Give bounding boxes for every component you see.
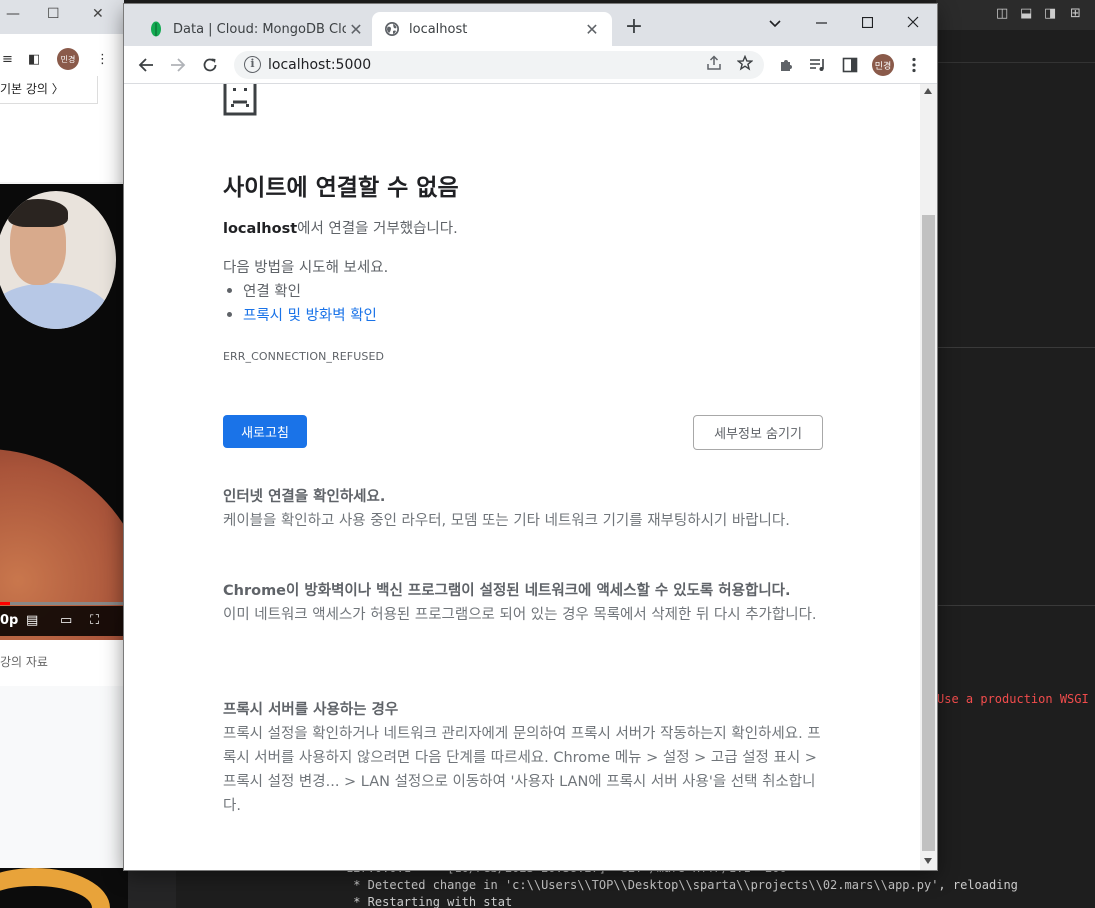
tab-search-chevron-icon[interactable] — [752, 10, 798, 38]
suggestion-check-connection: 연결 확인 — [227, 280, 377, 304]
background-titlebar: — ☐ ✕ — [0, 0, 124, 34]
miniplayer-icon[interactable]: ▭ — [60, 613, 72, 628]
vertical-scrollbar[interactable] — [920, 84, 937, 870]
error-host: localhost — [223, 221, 298, 237]
restore-icon[interactable]: — — [6, 6, 20, 22]
editor-gutter — [128, 868, 176, 908]
quality-label[interactable]: 0p — [0, 613, 18, 628]
editor-divider — [936, 347, 1095, 348]
suggestions-label: 다음 방법을 시도해 보세요. — [223, 260, 389, 276]
lecture-link[interactable]: 기본 강의 〉 — [0, 76, 98, 104]
share-icon[interactable] — [706, 55, 722, 75]
fullscreen-icon[interactable]: ⛶ — [90, 613, 99, 628]
scrollbar-thumb[interactable] — [922, 215, 935, 851]
customize-layout-icon[interactable]: ⊞ — [1070, 6, 1081, 21]
page-viewport: 사이트에 연결할 수 없음 localhost에서 연결을 거부했습니다. 다음… — [124, 84, 937, 870]
tab-localhost[interactable]: localhost ✕ — [372, 12, 612, 46]
tab-close-icon[interactable]: ✕ — [346, 20, 366, 39]
help-section-internet: 인터넷 연결을 확인하세요. 케이블을 확인하고 사용 중인 라우터, 모뎀 또… — [223, 485, 823, 533]
error-code: ERR_CONNECTION_REFUSED — [223, 350, 385, 363]
reload-page-button[interactable]: 새로고침 — [223, 415, 307, 448]
tab-strip: Data | Cloud: MongoDB Cloud ✕ localhost … — [124, 4, 937, 46]
scroll-down-arrow-icon[interactable] — [924, 858, 932, 864]
toggle-panel-icon[interactable]: ⬓ — [1020, 6, 1032, 21]
help-body: 이미 네트워크 액세스가 허용된 프로그램으로 되어 있는 경우 목록에서 삭제… — [223, 607, 817, 623]
sidepanel-icon[interactable]: ◧ — [28, 52, 40, 67]
help-heading: 프록시 서버를 사용하는 경우 — [223, 702, 399, 718]
background-toolbar: ≡ ◧ 민경 ⋮ — [0, 34, 124, 76]
profile-avatar[interactable]: 민경 — [57, 48, 79, 70]
editor-divider — [936, 62, 1095, 63]
error-title: 사이트에 연결할 수 없음 — [223, 175, 459, 201]
profile-avatar[interactable]: 민경 — [872, 54, 894, 76]
tab-close-icon[interactable]: ✕ — [582, 20, 602, 39]
playlist-icon[interactable]: ≡ — [2, 52, 13, 67]
extensions-puzzle-icon[interactable] — [772, 51, 800, 79]
terminal-line: * Restarting with stat — [346, 895, 513, 908]
webcam-bubble — [0, 191, 116, 329]
tab-title: Data | Cloud: MongoDB Cloud — [173, 21, 346, 37]
section-caption: 강의 자료 — [0, 655, 48, 669]
suggestion-check-proxy-link[interactable]: 프록시 및 방화벽 확인 — [227, 304, 377, 328]
toggle-sidebar-icon[interactable]: ◫ — [996, 6, 1008, 21]
new-tab-button[interactable]: + — [622, 16, 646, 40]
subtitles-icon[interactable]: ▤ — [26, 613, 38, 628]
help-body: 프록시 설정을 확인하거나 네트워크 관리자에게 문의하여 프록시 서버가 작동… — [223, 726, 821, 814]
back-button[interactable] — [132, 51, 160, 79]
help-heading: Chrome이 방화벽이나 백신 프로그램이 설정된 네트워크에 액세스할 수 … — [223, 583, 791, 599]
editor-layout-controls: ◫ ⬓ ◨ ⊞ — [936, 0, 1095, 30]
wallpaper-fragment — [0, 868, 128, 908]
terminal-line: * Detected change in 'c:\\Users\\TOP\\De… — [346, 878, 1018, 892]
globe-icon — [384, 21, 400, 37]
background-panel — [0, 686, 124, 868]
forward-button[interactable] — [164, 51, 192, 79]
menu-icon[interactable]: ⋮ — [96, 52, 109, 67]
hide-details-button[interactable]: 세부정보 숨기기 — [693, 415, 823, 450]
browser-toolbar: i localhost:5000 민경 — [124, 46, 937, 84]
suggestions-list: 연결 확인 프록시 및 방화벽 확인 — [227, 280, 377, 328]
close-icon[interactable]: ✕ — [92, 6, 104, 22]
site-info-icon[interactable]: i — [244, 56, 261, 73]
help-section-firewall: Chrome이 방화벽이나 백신 프로그램이 설정된 네트워크에 액세스할 수 … — [223, 579, 823, 627]
error-description-text: 에서 연결을 거부했습니다. — [297, 221, 458, 237]
terminal-warning-text: Use a production WSGI — [937, 692, 1089, 706]
mongodb-leaf-icon — [148, 21, 164, 37]
tab-mongodb[interactable]: Data | Cloud: MongoDB Cloud ✕ — [136, 12, 376, 46]
maximize-button[interactable] — [844, 10, 890, 38]
url-text: localhost:5000 — [268, 57, 372, 73]
error-description: localhost에서 연결을 거부했습니다. — [223, 217, 458, 238]
media-control-icon[interactable] — [804, 51, 832, 79]
side-panel-icon[interactable] — [836, 51, 864, 79]
reload-button[interactable] — [196, 51, 224, 79]
maximize-icon[interactable]: ☐ — [47, 6, 60, 22]
scroll-up-arrow-icon[interactable] — [924, 88, 932, 94]
help-body: 케이블을 확인하고 사용 중인 라우터, 모뎀 또는 기타 네트워크 기기를 재… — [223, 513, 790, 529]
bookmark-star-icon[interactable] — [736, 54, 754, 75]
help-heading: 인터넷 연결을 확인하세요. — [223, 489, 386, 505]
background-browser-window: — ☐ ✕ ≡ ◧ 민경 ⋮ 기본 강의 〉 ⧉ ✕ 0p ▤ ▭ ⛶ 강의 자… — [0, 0, 124, 868]
address-bar[interactable]: i localhost:5000 — [234, 51, 764, 79]
video-progress[interactable] — [0, 602, 124, 605]
code-editor-background — [936, 0, 1095, 908]
panel-divider — [936, 605, 1095, 606]
video-controls: 0p ▤ ▭ ⛶ — [0, 602, 124, 636]
chrome-window: Data | Cloud: MongoDB Cloud ✕ localhost … — [124, 4, 937, 870]
minimize-button[interactable] — [798, 10, 844, 38]
chrome-menu-icon[interactable] — [900, 51, 928, 79]
background-page: 기본 강의 〉 ⧉ ✕ 0p ▤ ▭ ⛶ 강의 자료 — [0, 76, 124, 868]
toggle-secondary-sidebar-icon[interactable]: ◨ — [1044, 6, 1056, 21]
help-section-proxy: 프록시 서버를 사용하는 경우 프록시 설정을 확인하거나 네트워크 관리자에게… — [223, 698, 823, 818]
tab-title: localhost — [409, 21, 468, 37]
sad-page-icon — [223, 84, 257, 121]
close-window-button[interactable] — [890, 10, 936, 38]
